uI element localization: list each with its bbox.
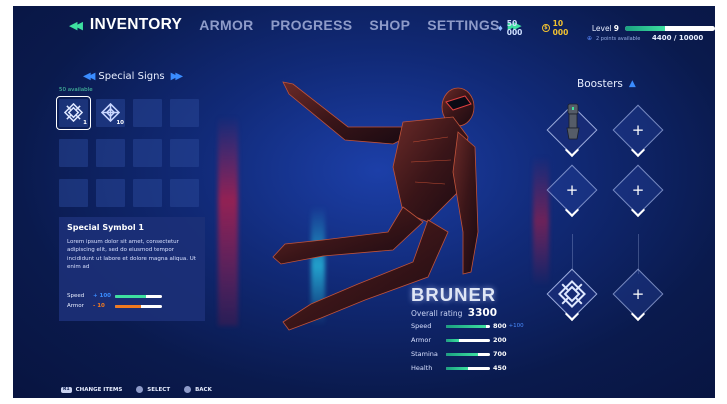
hint-label: CHANGE ITEMS [75,386,123,393]
back-button-icon [184,386,192,393]
item-stat-speed: Speed + 100 [67,293,162,299]
stat-bar [446,324,490,328]
points-available-text: 2 points available [596,35,641,42]
hint-change-items[interactable]: R1 CHANGE ITEMS [61,386,123,393]
stat-value: 450 [493,364,507,372]
hint-label: BACK [195,386,212,393]
item-info-card: Special Symbol 1 Lorem ipsum dolor sit a… [59,217,205,321]
character-stat-speed: Speed 800 +100 [411,322,524,330]
red-light-beam-right [533,156,549,286]
special-symbol-icon [64,103,83,122]
stat-bar [115,294,162,298]
character-stat-health: Health 450 [411,364,507,372]
points-available: ⊕ 2 points available [587,35,640,42]
plus-circle-icon: ⊕ [587,35,593,42]
gem-amount: 50 000 [506,19,523,37]
stat-bar [446,352,490,356]
sign-slot-empty[interactable] [96,139,125,167]
r1-button-icon: R1 [61,386,72,393]
coin-icon: $ [541,24,550,32]
special-symbol-icon [558,280,586,308]
overall-rating-value: 3300 [467,307,498,319]
sign-slot[interactable]: 10 [96,99,125,127]
stat-bonus: +100 [508,323,524,329]
chevron-right-icon[interactable]: ▶▶ [171,71,184,82]
tab-settings[interactable]: SETTINGS [427,17,499,33]
stat-bar-fill [446,338,460,342]
sign-slot-empty[interactable] [59,139,88,167]
game-screen: ◀◀ INVENTORY ARMOR PROGRESS SHOP SETTING… [13,6,715,398]
top-nav: ◀◀ INVENTORY ARMOR PROGRESS SHOP SETTING… [69,16,522,34]
sign-slot-empty[interactable] [133,179,162,207]
sign-slot-empty[interactable] [59,179,88,207]
sign-slot-empty[interactable] [133,139,162,167]
stat-value: + 100 [93,293,112,299]
coin-amount: 10 000 [552,19,569,37]
item-title: Special Symbol 1 [67,223,144,232]
stat-name: Stamina [411,350,438,358]
signs-available: 50 available [59,87,93,93]
hint-label: SELECT [147,386,171,393]
boosters-header: Boosters ▲ [577,78,636,90]
xp-readout: 4400 / 10000 [652,34,704,42]
tab-progress[interactable]: PROGRESS [271,17,353,33]
robot-arm-icon [566,103,580,140]
character-stat-armor: Armor 200 [411,336,507,344]
double-chevron-left-icon[interactable]: ◀◀ [69,19,83,32]
special-signs-title: Special Signs [98,71,165,82]
sign-slot-empty[interactable] [170,99,199,127]
stat-bar [446,366,490,370]
stat-bar-fill [446,352,478,356]
sign-slot[interactable]: 1 [56,96,91,130]
stat-bar-fill [115,294,146,298]
stat-value: 200 [493,336,507,344]
tab-armor[interactable]: ARMOR [199,17,253,33]
stat-value: 800 [493,322,507,330]
stat-bar-fill [115,304,141,308]
stat-name: Armor [67,303,84,309]
hint-select[interactable]: SELECT [136,386,170,393]
sign-slot-empty[interactable] [96,179,125,207]
select-button-icon [136,386,144,393]
level-number: 9 [613,23,619,33]
item-stat-armor: Armor - 10 [67,303,162,309]
sign-slot-empty[interactable] [133,99,162,127]
controls-hints: R1 CHANGE ITEMS SELECT BACK [61,386,226,393]
boosters-title: Boosters [577,78,623,90]
level-label: Level [591,23,612,33]
character-name: BRUNER [411,284,497,305]
stat-bar-fill [446,324,487,328]
sign-count: 1 [83,120,87,126]
chevron-up-icon[interactable]: ▲ [629,79,636,89]
tab-inventory[interactable]: INVENTORY [90,16,182,34]
red-light-beam [218,116,238,326]
hint-back[interactable]: BACK [184,386,212,393]
character-stat-stamina: Stamina 700 [411,350,507,358]
stat-bar [446,338,490,342]
overall-rating: Overall rating 3300 [411,307,497,319]
gem-icon: ♦ [497,23,504,33]
stat-name: Armor [411,336,431,344]
overall-rating-label: Overall rating [411,309,463,318]
sign-slots-grid: 1 10 [56,96,199,207]
sign-count: 10 [116,120,124,126]
tab-shop[interactable]: SHOP [369,17,410,33]
sign-slot-empty[interactable] [170,179,199,207]
chevron-left-icon[interactable]: ◀◀ [83,71,96,82]
stat-name: Speed [411,322,432,330]
stat-name: Health [411,364,433,372]
special-signs-header: ◀◀ Special Signs ▶▶ [83,71,184,82]
stat-value: - 10 [93,303,105,309]
level-progress-bar [624,25,715,31]
stat-value: 700 [493,350,507,358]
sign-slot-empty[interactable] [170,139,199,167]
stat-bar [115,304,162,308]
stat-bar-fill [446,366,468,370]
stat-name: Speed [67,293,85,299]
item-description: Lorem ipsum dolor sit amet, consectetur … [67,239,196,271]
level-progress-fill [624,25,665,31]
